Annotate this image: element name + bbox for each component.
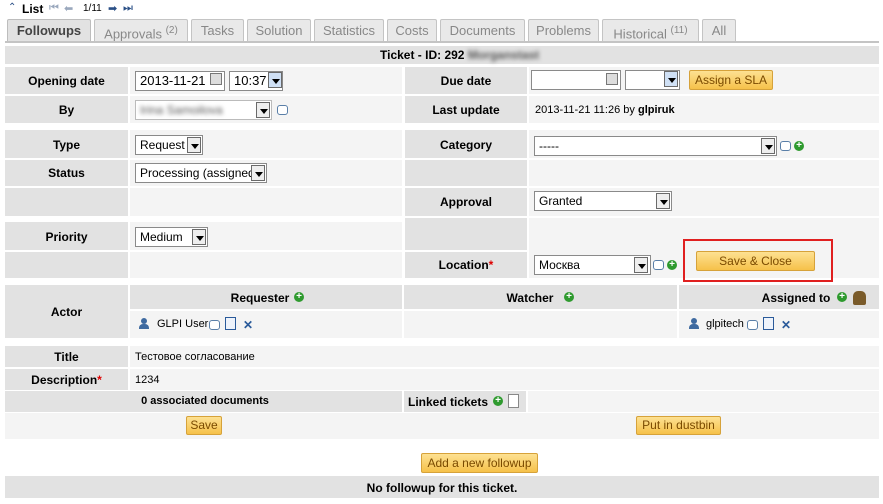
assigned-delete-icon[interactable]: ✕ xyxy=(781,319,791,331)
calendar-icon[interactable] xyxy=(210,73,222,85)
category-label: Category xyxy=(439,138,492,152)
approval-dropdown-icon[interactable] xyxy=(656,193,670,209)
requester-delete-icon[interactable]: ✕ xyxy=(243,319,253,331)
prev-page-icon[interactable]: ⬅ xyxy=(64,2,73,15)
list-link[interactable]: List xyxy=(22,2,43,16)
empty-label-cell xyxy=(5,252,128,278)
watcher-value-cell xyxy=(404,311,677,338)
assign-sla-button[interactable]: Assign a SLA xyxy=(689,70,773,90)
save-button[interactable]: Save xyxy=(186,416,222,435)
due-date-label: Due date xyxy=(440,74,492,88)
actor-label: Actor xyxy=(50,305,83,319)
first-page-icon[interactable]: ⏮ xyxy=(49,2,59,15)
approval-label: Approval xyxy=(439,195,492,209)
approval-select[interactable]: Granted xyxy=(534,191,672,211)
category-dropdown-icon[interactable] xyxy=(761,138,775,154)
location-add-icon[interactable]: + xyxy=(667,260,677,270)
last-update-value: 2013-11-21 11:26 by glpiruk xyxy=(535,104,675,116)
due-calendar-icon[interactable] xyxy=(606,73,618,85)
title-value: Тестовое согласование xyxy=(135,351,255,363)
requester-email-icon[interactable] xyxy=(225,317,236,330)
assigned-email-icon[interactable] xyxy=(763,317,774,330)
time-dropdown-icon[interactable] xyxy=(268,72,282,88)
last-page-icon[interactable]: ⏭ xyxy=(123,2,133,15)
by-select[interactable]: Irina Samoilova xyxy=(135,100,272,120)
opening-date-label: Opening date xyxy=(28,74,105,88)
page-counter: 1/11 xyxy=(83,3,102,14)
assigned-user[interactable]: glpitech xyxy=(706,318,744,330)
actions-row xyxy=(5,413,879,439)
location-label: Location* xyxy=(438,258,494,272)
ticket-title: Ticket - ID: 292 Morganstast xyxy=(380,48,540,62)
type-label: Type xyxy=(52,138,81,152)
spacer-label-cell xyxy=(5,188,128,216)
status-dropdown-icon[interactable] xyxy=(251,165,265,181)
requester-user[interactable]: GLPI User xyxy=(157,318,208,330)
watcher-add-icon[interactable]: + xyxy=(564,292,574,302)
assign-self-icon[interactable] xyxy=(853,291,866,305)
assigned-label: Assigned to xyxy=(761,291,831,305)
due-time-dropdown-icon[interactable] xyxy=(664,71,678,87)
tab-problems[interactable]: Problems xyxy=(528,19,599,41)
tab-approvals[interactable]: Approvals (2) xyxy=(94,19,188,41)
requester-add-icon[interactable]: + xyxy=(294,292,304,302)
category-add-icon[interactable]: + xyxy=(794,141,804,151)
spacer-value-cell xyxy=(130,188,402,216)
tab-baseline xyxy=(5,41,879,43)
tab-statistics[interactable]: Statistics xyxy=(314,19,384,41)
by-label: By xyxy=(58,103,75,117)
description-label: Description* xyxy=(31,373,102,387)
status-right-value-cell xyxy=(529,160,879,186)
priority-right-label-cell xyxy=(405,218,527,250)
linked-add-icon[interactable]: + xyxy=(493,396,503,406)
save-close-button[interactable]: Save & Close xyxy=(696,251,815,271)
linked-copy-icon[interactable] xyxy=(508,394,519,408)
followup-status: No followup for this ticket. xyxy=(366,481,518,495)
category-comment-icon[interactable] xyxy=(780,141,791,151)
status-right-label-cell xyxy=(405,160,527,186)
status-select[interactable]: Processing (assigned) xyxy=(135,163,267,183)
type-dropdown-icon[interactable] xyxy=(187,137,201,153)
next-page-icon[interactable]: ➡ xyxy=(108,2,117,15)
priority-dropdown-icon[interactable] xyxy=(192,229,206,245)
add-followup-button[interactable]: Add a new followup xyxy=(421,453,538,473)
requester-comment-icon[interactable] xyxy=(209,320,220,330)
tech-user-icon xyxy=(689,318,699,329)
last-update-label: Last update xyxy=(432,103,500,117)
status-label: Status xyxy=(48,166,85,180)
chevron-up-icon[interactable]: ⌃ xyxy=(8,2,16,13)
tab-historical[interactable]: Historical (11) xyxy=(602,19,699,41)
category-select[interactable]: ----- xyxy=(534,136,777,156)
tab-costs[interactable]: Costs xyxy=(387,19,437,41)
tab-followups[interactable]: Followups xyxy=(7,19,91,41)
description-value-cell xyxy=(130,369,879,390)
linked-tickets-label: Linked tickets xyxy=(407,395,489,409)
description-value: 1234 xyxy=(135,374,160,386)
by-dropdown-icon[interactable] xyxy=(256,102,270,118)
assigned-add-icon[interactable]: + xyxy=(837,292,847,302)
empty-value-cell xyxy=(130,252,402,278)
tab-solution[interactable]: Solution xyxy=(247,19,311,41)
location-comment-icon[interactable] xyxy=(653,260,664,270)
tab-documents[interactable]: Documents xyxy=(440,19,525,41)
location-dropdown-icon[interactable] xyxy=(634,257,648,273)
documents-label: 0 associated documents xyxy=(141,395,269,407)
put-in-dustbin-button[interactable]: Put in dustbin xyxy=(636,416,721,435)
priority-label: Priority xyxy=(45,230,88,244)
user-icon xyxy=(139,318,149,329)
linked-right-cell xyxy=(528,391,879,412)
tab-tasks[interactable]: Tasks xyxy=(191,19,244,41)
comment-icon[interactable] xyxy=(277,105,288,115)
title-label: Title xyxy=(54,350,79,364)
tab-all[interactable]: All xyxy=(702,19,736,41)
assigned-comment-icon[interactable] xyxy=(747,320,758,330)
